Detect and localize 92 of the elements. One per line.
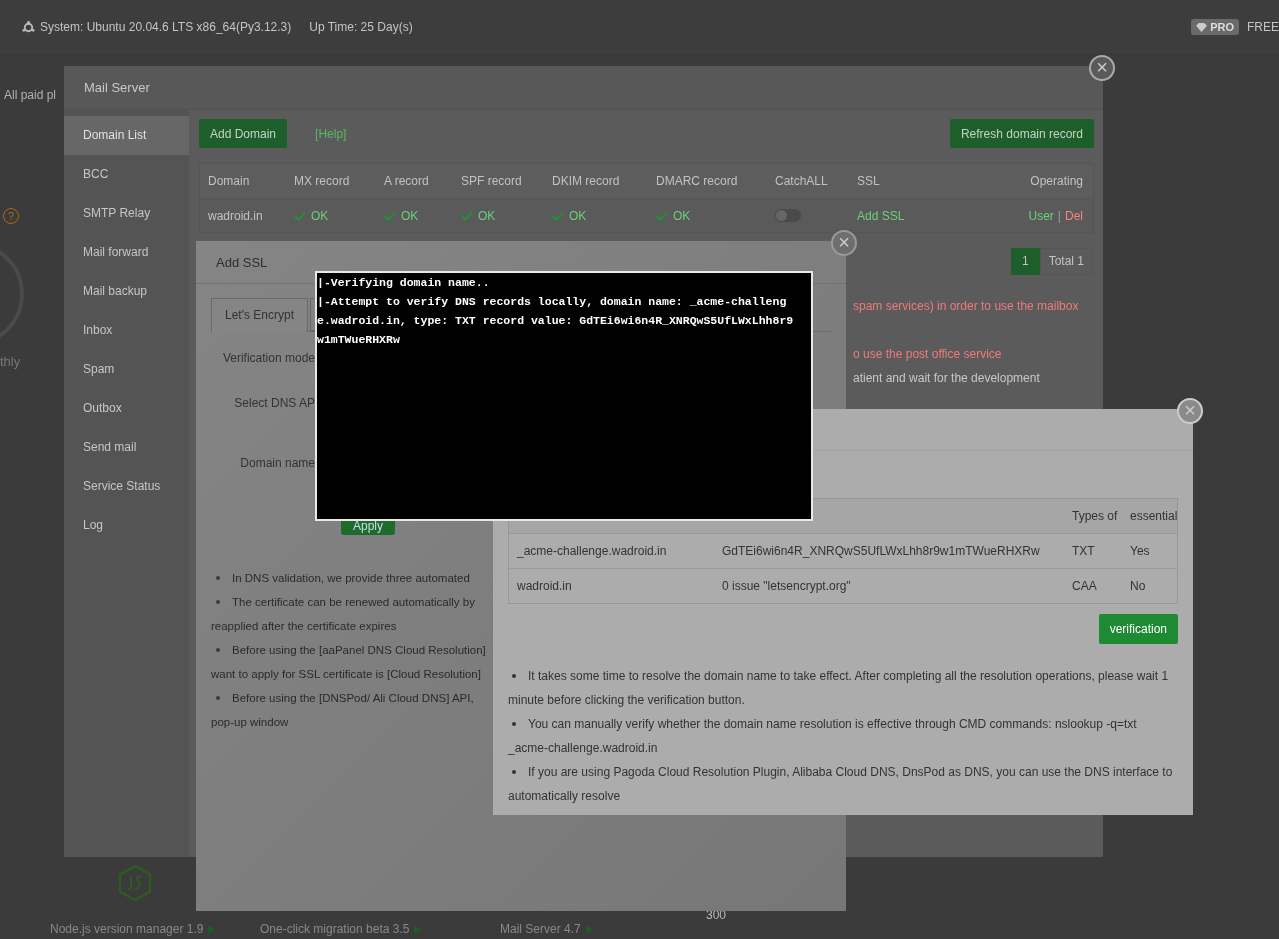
notice-text: o use the post office service	[853, 346, 1003, 363]
note-text: pop-up window	[211, 716, 289, 728]
table-cell-text: TXT	[1071, 544, 1096, 558]
note-text: Before using the [aaPanel DNS Cloud Resolution]	[232, 644, 486, 656]
table-cell-text: No	[1129, 579, 1147, 593]
page-total: Total 1	[1039, 248, 1093, 275]
check-icon	[294, 210, 306, 221]
diamond-icon	[1196, 22, 1208, 32]
sidebar-item[interactable]: Mail backup	[64, 272, 189, 311]
plugin-name[interactable]: Node.js version manager 1.9	[50, 922, 204, 936]
field-label: Domain name	[240, 456, 315, 470]
play-icon[interactable]	[208, 924, 216, 934]
column-header: SSL	[856, 174, 881, 188]
status-ok: OK	[376, 208, 453, 223]
uptime: Up Time: 25 Day(s)	[309, 20, 413, 34]
pro-badge: PRO	[1191, 19, 1239, 35]
check-icon	[656, 210, 668, 221]
bullet-icon	[216, 696, 220, 700]
check-icon	[552, 210, 564, 221]
sidebar-item[interactable]: Inbox	[64, 311, 189, 350]
status-ok: OK	[453, 208, 544, 223]
add-domain-button[interactable]: Add Domain	[199, 119, 288, 148]
status-ok: OK	[286, 208, 376, 223]
note-text: In DNS validation, we provide three automated	[232, 572, 470, 584]
play-icon[interactable]	[585, 924, 593, 934]
column-header: Types of	[1071, 509, 1119, 523]
table-cell-text: wadroid.in	[207, 208, 264, 223]
chart-caption: thly	[0, 354, 21, 369]
play-icon[interactable]	[414, 924, 422, 934]
column-header: SPF record	[460, 174, 523, 188]
notice-text: spam services) in order to use the mailbox	[853, 298, 1080, 315]
column-header: essential	[1129, 509, 1178, 523]
column-header: CatchALL	[774, 174, 829, 188]
log-line: w1mTWueRHXRw	[317, 332, 401, 348]
tab[interactable]: Let's Encrypt	[211, 298, 308, 332]
sidebar-item[interactable]: Log	[64, 506, 189, 545]
gear-icon	[22, 20, 35, 34]
verification-button[interactable]: verification	[1098, 614, 1178, 644]
sidebar-item[interactable]: Mail forward	[64, 233, 189, 272]
column-header: DMARC record	[655, 174, 739, 188]
field-label: Select DNS AP	[234, 396, 315, 410]
table-cell-text: 0 issue "letsencrypt.org"	[721, 579, 852, 593]
notice-text: atient and wait for the development	[853, 370, 1041, 387]
note-text: want to apply for SSL certificate is [Cloud Resolution]	[211, 668, 481, 680]
column-header: MX record	[293, 174, 351, 188]
sidebar-item[interactable]: Send mail	[64, 428, 189, 467]
user-link[interactable]: User	[1028, 208, 1054, 223]
bullet-icon	[216, 600, 220, 604]
table-cell-text: wadroid.in	[516, 579, 573, 593]
plugin-name[interactable]: One-click migration beta 3.5	[260, 922, 410, 936]
check-icon	[461, 210, 473, 221]
log-line: |-Verifying domain name..	[317, 275, 491, 291]
column-header: A record	[383, 174, 430, 188]
column-header: DKIM record	[551, 174, 621, 188]
table-cell-text: Yes	[1129, 544, 1151, 558]
dialog-title: Mail Server	[84, 80, 150, 95]
sidebar-item[interactable]: Service Status	[64, 467, 189, 506]
sidebar-item[interactable]: BCC	[64, 155, 189, 194]
add-ssl-link[interactable]: Add SSL	[857, 208, 905, 223]
sidebar-item[interactable]: Spam	[64, 350, 189, 389]
check-icon	[384, 210, 396, 221]
note-text: reapplied after the certificate expires	[211, 620, 397, 632]
sidebar-item[interactable]: SMTP Relay	[64, 194, 189, 233]
column-header: Operating	[1029, 174, 1084, 188]
sidebar-item[interactable]: Outbox	[64, 389, 189, 428]
bullet-icon	[216, 576, 220, 580]
separator: |	[1057, 208, 1061, 223]
table-cell-text: _acme-challenge.wadroid.in	[516, 544, 668, 558]
system-info: System: Ubuntu 20.04.6 LTS x86_64(Py3.12.3)	[40, 20, 292, 34]
status-ok: OK	[648, 208, 767, 223]
log-line: |-Attempt to verify DNS records locally, domain name: _acme-challeng	[317, 294, 788, 310]
log-line: e.wadroid.in, type: TXT record value: GdTEi6wi6n4R_XNRQwS5UfLWxLhh8r9	[317, 313, 795, 329]
field-label: Verification mode	[222, 351, 315, 365]
plan-label: FREE	[1247, 20, 1279, 34]
close-button[interactable]: ×	[1089, 55, 1115, 81]
table-cell-text: CAA	[1071, 579, 1098, 593]
toggle-switch[interactable]	[775, 209, 801, 222]
note-text: Before using the [DNSPod/ Ali Cloud DNS] API,	[232, 692, 474, 704]
refresh-button[interactable]: Refresh domain record	[949, 119, 1094, 148]
column-header: Domain	[207, 174, 251, 188]
help-link[interactable]: [Help]	[315, 126, 347, 141]
sidebar-item[interactable]: Domain List	[64, 116, 189, 155]
banner-text: All paid pl	[4, 88, 57, 102]
status-ok: OK	[544, 208, 648, 223]
hexagon-logo-icon	[118, 865, 152, 901]
plugin-name[interactable]: Mail Server 4.7	[500, 922, 581, 936]
dialog-title: Add SSL	[216, 254, 268, 270]
note-text: The certificate can be renewed automatically by	[232, 596, 475, 608]
table-cell-text: GdTEi6wi6n4R_XNRQwS5UfLWxLhh8r9w1mTWueRHXRw	[721, 544, 1041, 558]
page-number[interactable]: 1	[1010, 248, 1040, 275]
bullet-icon	[216, 648, 220, 652]
delete-link[interactable]: Del	[1065, 208, 1083, 223]
